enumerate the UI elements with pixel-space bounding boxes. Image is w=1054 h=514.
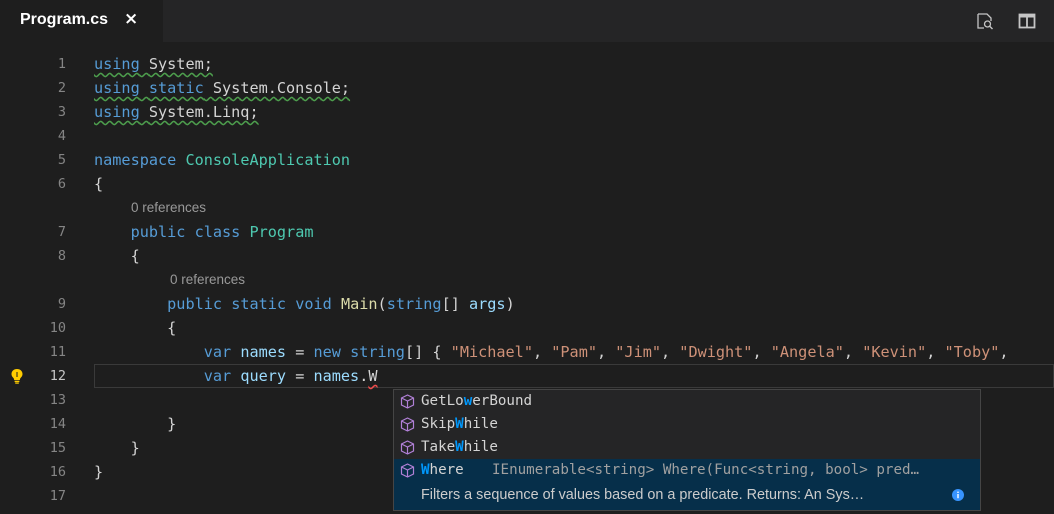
code-line[interactable]: 5 namespace ConsoleApplication: [0, 148, 1054, 172]
line-number: 10: [49, 320, 66, 336]
line-code: using System;: [94, 52, 213, 76]
line-code: {: [94, 247, 140, 265]
suggestion-label: GetLowerBound: [421, 393, 533, 409]
tab-program-cs[interactable]: Program.cs ×: [0, 0, 163, 42]
suggestion-label: TakeWhile: [421, 439, 498, 455]
code-line[interactable]: 11 var names = new string[] { "Michael",…: [0, 340, 1054, 364]
line-number: 14: [49, 416, 66, 432]
editor-tab-bar: Program.cs ×: [0, 0, 1054, 42]
line-number: 9: [57, 296, 66, 312]
suggest-widget[interactable]: GetLowerBound SkipWhile TakeWhile Where …: [393, 389, 981, 511]
info-icon[interactable]: [952, 489, 964, 501]
code-line[interactable]: 4: [0, 124, 1054, 148]
code-line[interactable]: 6 {: [0, 172, 1054, 196]
line-number: 13: [49, 392, 66, 408]
code-line[interactable]: 1 using System;: [0, 52, 1054, 76]
open-changes-icon[interactable]: [976, 12, 994, 30]
line-code: {: [94, 175, 104, 193]
line-number: 3: [57, 104, 66, 120]
using-directive: using static System.Console;: [94, 79, 351, 97]
method-icon: [400, 394, 415, 409]
line-code: }: [94, 415, 177, 433]
suggestion-doc-row: Filters a sequence of values based on a …: [394, 483, 980, 509]
line-code: namespace ConsoleApplication: [94, 151, 351, 169]
tab-title[interactable]: Program.cs: [20, 11, 108, 29]
code-line[interactable]: 10 {: [0, 316, 1054, 340]
line-code: using System.Linq;: [94, 100, 259, 124]
suggestion-signature: IEnumerable<string> Where(Func<string, b…: [492, 462, 920, 478]
line-number: 2: [57, 80, 66, 96]
line-number: 1: [57, 56, 66, 72]
suggestion-item[interactable]: SkipWhile: [394, 413, 980, 436]
codelens-references[interactable]: 0 references: [170, 268, 245, 292]
suggestion-label: Where: [421, 462, 464, 478]
suggestion-item[interactable]: GetLowerBound: [394, 390, 980, 413]
suggestion-item-selected[interactable]: Where IEnumerable<string> Where(Func<str…: [394, 459, 980, 510]
line-number: 11: [49, 344, 66, 360]
method-icon: [400, 440, 415, 455]
line-number: 5: [57, 152, 66, 168]
line-number: 12: [49, 368, 66, 384]
code-line-current[interactable]: 12 var query = names.W: [0, 364, 1054, 388]
line-code: var query = names.W: [203, 367, 378, 385]
suggestion-item[interactable]: TakeWhile: [394, 436, 980, 459]
code-line[interactable]: 2 using static System.Console;: [0, 76, 1054, 100]
suggestion-documentation: Filters a sequence of values based on a …: [421, 487, 865, 503]
line-code: }: [94, 439, 140, 457]
method-icon: [400, 417, 415, 432]
code-line[interactable]: 9 public static void Main(string[] args): [0, 292, 1054, 316]
line-number: 15: [49, 440, 66, 456]
suggestion-label: SkipWhile: [421, 416, 498, 432]
line-number: 8: [57, 248, 66, 264]
error-squiggle: W: [368, 367, 378, 385]
line-code: }: [94, 463, 104, 481]
line-number: 17: [49, 488, 66, 504]
line-code: public static void Main(string[] args): [167, 295, 515, 313]
line-number: 6: [57, 176, 66, 192]
code-line[interactable]: 7 public class Program: [0, 220, 1054, 244]
codelens-references[interactable]: 0 references: [131, 196, 206, 220]
using-directive: using System;: [94, 55, 213, 73]
line-code: public class Program: [130, 223, 314, 241]
close-icon[interactable]: ×: [124, 9, 138, 29]
code-line[interactable]: 8 {: [0, 244, 1054, 268]
line-number: 16: [49, 464, 66, 480]
code-line[interactable]: 3 using System.Linq;: [0, 100, 1054, 124]
line-number: 7: [57, 224, 66, 240]
method-icon: [400, 463, 415, 478]
line-code: {: [94, 319, 177, 337]
line-number: 4: [57, 128, 66, 144]
line-code: var names = new string[] { "Michael", "P…: [203, 343, 1009, 361]
split-editor-icon[interactable]: [1018, 12, 1036, 30]
using-directive: using System.Linq;: [94, 103, 259, 121]
line-code: using static System.Console;: [94, 76, 350, 100]
